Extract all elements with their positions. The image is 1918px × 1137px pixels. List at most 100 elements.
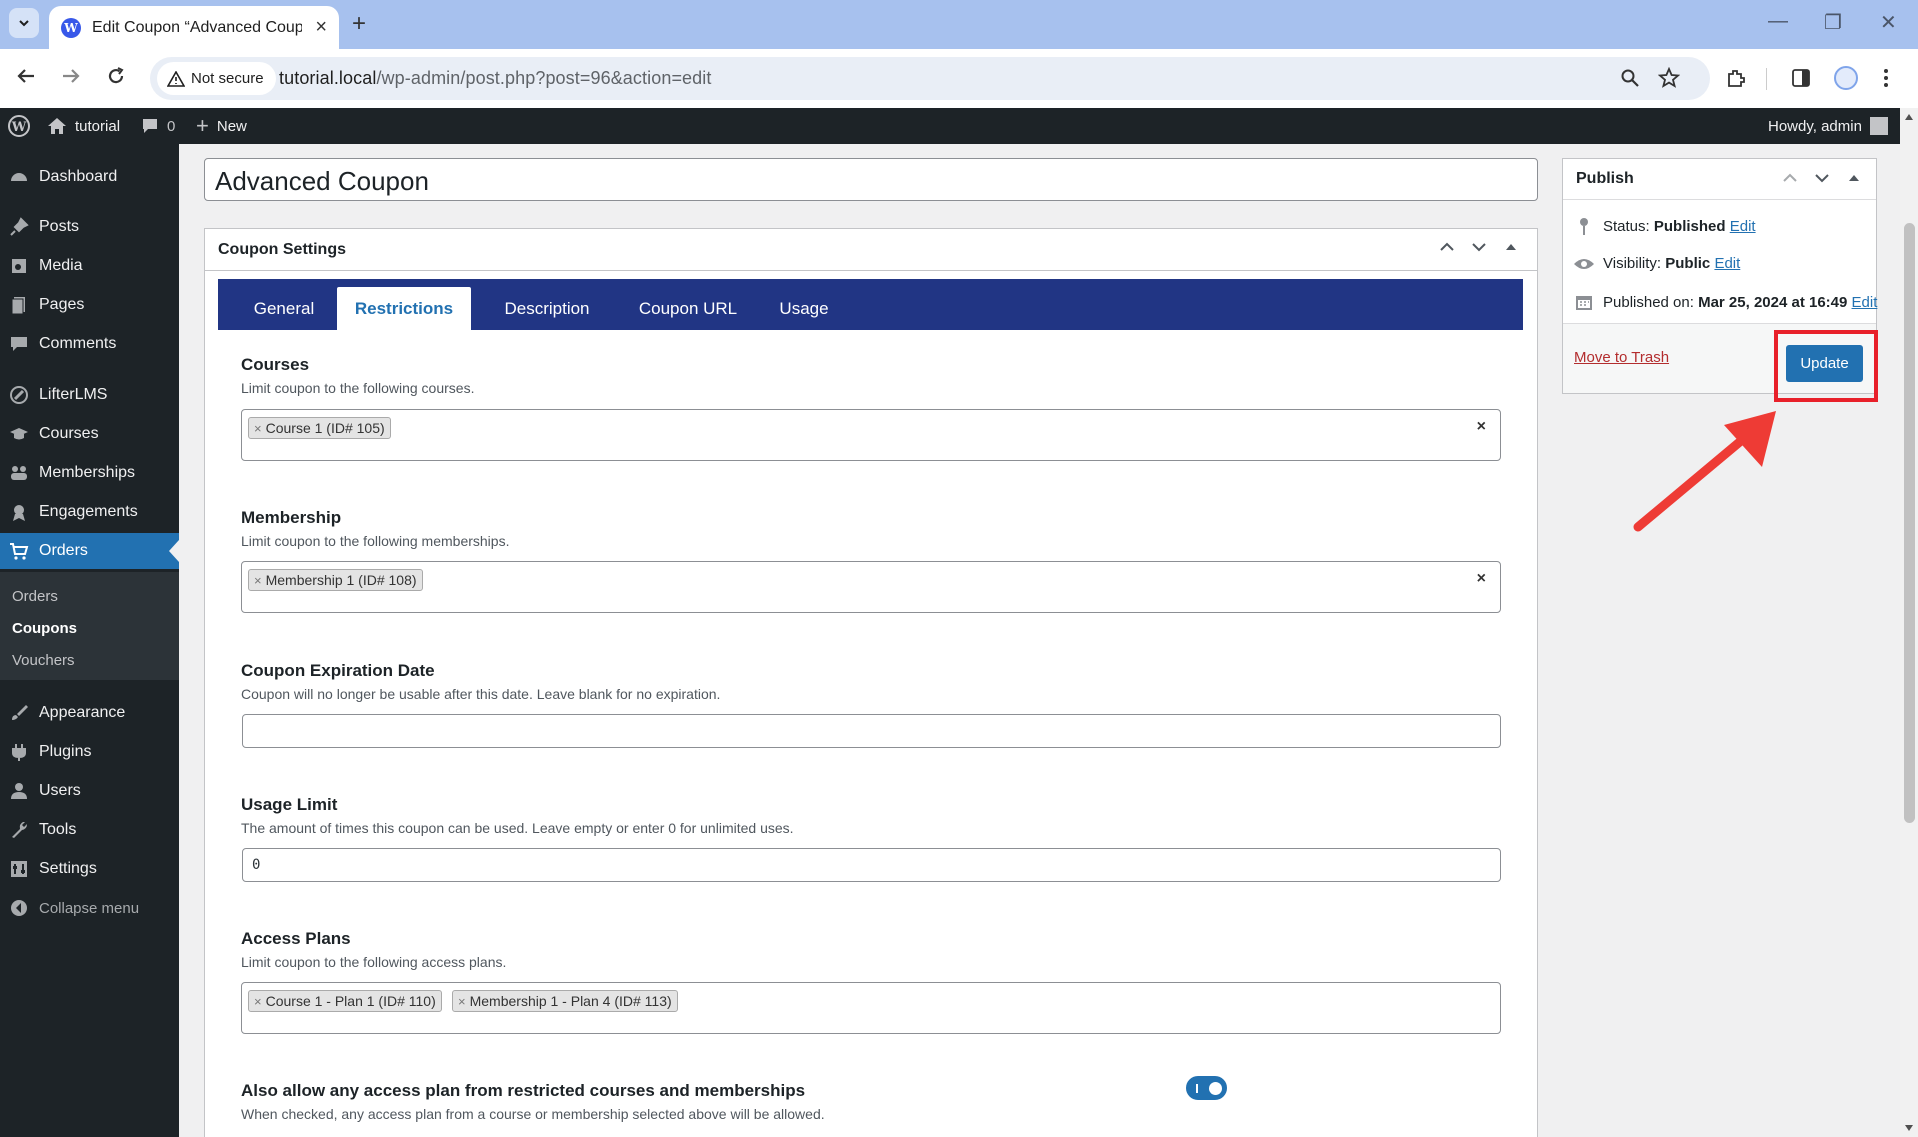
comments-count: 0 bbox=[167, 117, 176, 135]
chevron-down-icon[interactable] bbox=[1470, 238, 1488, 256]
not-secure-badge[interactable]: Not secure bbox=[157, 62, 276, 95]
courses-select[interactable]: × Course 1 (ID# 105) × bbox=[241, 409, 1501, 461]
tab-usage[interactable]: Usage bbox=[764, 287, 844, 330]
forward-arrow-icon[interactable] bbox=[60, 65, 82, 87]
restore-icon[interactable]: ❐ bbox=[1824, 10, 1842, 35]
tab-description[interactable]: Description bbox=[480, 287, 614, 330]
expiration-date-input[interactable] bbox=[242, 714, 1501, 748]
close-tab-icon[interactable]: × bbox=[315, 16, 327, 39]
page-scrollbar[interactable] bbox=[1900, 108, 1918, 1137]
new-content-link[interactable]: + New bbox=[196, 108, 247, 144]
post-title-input[interactable]: Advanced Coupon bbox=[204, 158, 1538, 201]
menu-tools[interactable]: Tools bbox=[0, 812, 179, 848]
site-name: tutorial bbox=[75, 117, 121, 135]
scroll-down-icon[interactable] bbox=[1904, 1124, 1914, 1132]
menu-label: LifterLMS bbox=[39, 386, 108, 403]
menu-posts[interactable]: Posts bbox=[0, 209, 179, 245]
remove-chip-icon[interactable]: × bbox=[458, 994, 466, 1009]
submenu-coupons[interactable]: Coupons bbox=[12, 620, 77, 637]
bookmark-star-icon[interactable] bbox=[1658, 67, 1680, 89]
menu-media[interactable]: Media bbox=[0, 248, 179, 284]
menu-engagements[interactable]: Engagements bbox=[0, 494, 179, 530]
clear-selection-icon[interactable]: × bbox=[1477, 418, 1486, 436]
menu-pages[interactable]: Pages bbox=[0, 287, 179, 323]
chevron-down-icon[interactable] bbox=[1813, 169, 1831, 187]
edit-status-link[interactable]: Edit bbox=[1730, 218, 1756, 235]
comment-bubble-icon bbox=[143, 119, 157, 133]
wp-logo-menu[interactable]: W bbox=[7, 108, 31, 144]
reload-icon[interactable] bbox=[105, 65, 127, 87]
metabox-title: Coupon Settings bbox=[218, 240, 346, 258]
tab-search-button[interactable] bbox=[9, 8, 39, 38]
minimize-icon[interactable]: — bbox=[1768, 10, 1788, 33]
side-panel-icon[interactable] bbox=[1790, 67, 1812, 89]
move-to-trash-link[interactable]: Move to Trash bbox=[1574, 349, 1669, 366]
usage-limit-label: Usage Limit bbox=[241, 795, 338, 814]
menu-plugins[interactable]: Plugins bbox=[0, 734, 179, 770]
access-plan-chip[interactable]: × Course 1 - Plan 1 (ID# 110) bbox=[248, 990, 442, 1012]
eye-icon bbox=[1573, 257, 1595, 271]
scroll-thumb[interactable] bbox=[1904, 223, 1915, 823]
menu-label: Courses bbox=[39, 425, 99, 442]
browser-tab[interactable]: W Edit Coupon “Advanced Coupon” × bbox=[49, 6, 339, 49]
clear-selection-icon[interactable]: × bbox=[1477, 570, 1486, 588]
url-text[interactable]: tutorial.local/wp-admin/post.php?post=96… bbox=[279, 68, 711, 89]
my-account-menu[interactable]: Howdy, admin bbox=[1768, 108, 1888, 144]
site-name-link[interactable]: tutorial bbox=[47, 108, 120, 144]
collapse-toggle-icon[interactable] bbox=[1502, 238, 1520, 256]
remove-chip-icon[interactable]: × bbox=[254, 994, 262, 1009]
scroll-up-icon[interactable] bbox=[1904, 113, 1914, 121]
close-window-icon[interactable]: ✕ bbox=[1880, 10, 1897, 35]
menu-settings[interactable]: Settings bbox=[0, 851, 179, 887]
tab-general[interactable]: General bbox=[230, 287, 338, 330]
menu-orders[interactable]: Orders bbox=[0, 533, 179, 569]
extensions-icon[interactable] bbox=[1725, 67, 1747, 89]
tab-restrictions[interactable]: Restrictions bbox=[337, 287, 471, 330]
tab-coupon-url[interactable]: Coupon URL bbox=[618, 287, 758, 330]
menu-label: Memberships bbox=[39, 464, 136, 481]
edit-date-link[interactable]: Edit bbox=[1852, 294, 1878, 311]
menu-lifterlms[interactable]: LifterLMS bbox=[0, 377, 179, 413]
browser-menu-icon[interactable] bbox=[1882, 67, 1890, 89]
membership-select[interactable]: × Membership 1 (ID# 108) × bbox=[241, 561, 1501, 613]
address-bar[interactable]: Not secure tutorial.local/wp-admin/post.… bbox=[150, 57, 1710, 100]
chevron-up-icon[interactable] bbox=[1438, 238, 1456, 256]
chevron-up-icon[interactable] bbox=[1781, 169, 1799, 187]
graduation-cap-icon bbox=[9, 424, 29, 444]
menu-comments[interactable]: Comments bbox=[0, 326, 179, 362]
pin-icon bbox=[9, 217, 29, 237]
url-path: /wp-admin/post.php?post=96&action=edit bbox=[376, 68, 712, 88]
published-on-row: Published on: Mar 25, 2024 at 16:49 Edit bbox=[1573, 293, 1877, 311]
menu-appearance[interactable]: Appearance bbox=[0, 695, 179, 731]
main-content: Advanced Coupon Coupon Settings General … bbox=[179, 144, 1900, 1137]
submenu-orders[interactable]: Orders bbox=[12, 588, 58, 605]
menu-courses[interactable]: Courses bbox=[0, 416, 179, 452]
zoom-icon[interactable] bbox=[1620, 68, 1640, 88]
membership-chip[interactable]: × Membership 1 (ID# 108) bbox=[248, 569, 423, 591]
wordpress-logo-icon: W bbox=[8, 115, 30, 137]
comments-link[interactable]: 0 bbox=[141, 108, 175, 144]
menu-dashboard[interactable]: Dashboard bbox=[0, 159, 179, 195]
menu-memberships[interactable]: Memberships bbox=[0, 455, 179, 491]
courses-desc: Limit coupon to the following courses. bbox=[241, 380, 475, 396]
remove-chip-icon[interactable]: × bbox=[254, 573, 262, 588]
back-arrow-icon[interactable] bbox=[15, 65, 37, 87]
status-label: Status: bbox=[1603, 217, 1650, 235]
remove-chip-icon[interactable]: × bbox=[254, 421, 262, 436]
profile-avatar[interactable] bbox=[1834, 66, 1858, 90]
access-plans-select[interactable]: × Course 1 - Plan 1 (ID# 110) × Membership… bbox=[241, 982, 1501, 1034]
annotation-arrow-icon bbox=[1633, 411, 1776, 532]
usage-limit-input[interactable]: 0 bbox=[242, 848, 1501, 882]
allow-any-plan-toggle[interactable] bbox=[1186, 1076, 1227, 1100]
edit-visibility-link[interactable]: Edit bbox=[1714, 255, 1740, 272]
submenu-vouchers[interactable]: Vouchers bbox=[12, 652, 75, 669]
new-tab-icon[interactable]: + bbox=[352, 10, 366, 38]
cart-icon bbox=[9, 541, 29, 561]
course-chip[interactable]: × Course 1 (ID# 105) bbox=[248, 417, 391, 439]
menu-users[interactable]: Users bbox=[0, 773, 179, 809]
menu-collapse[interactable]: Collapse menu bbox=[0, 890, 179, 926]
access-plan-chip[interactable]: × Membership 1 - Plan 4 (ID# 113) bbox=[452, 990, 678, 1012]
collapse-toggle-icon[interactable] bbox=[1845, 169, 1863, 187]
chip-label: Membership 1 - Plan 4 (ID# 113) bbox=[469, 993, 672, 1009]
published-label: Published on: bbox=[1603, 293, 1694, 311]
